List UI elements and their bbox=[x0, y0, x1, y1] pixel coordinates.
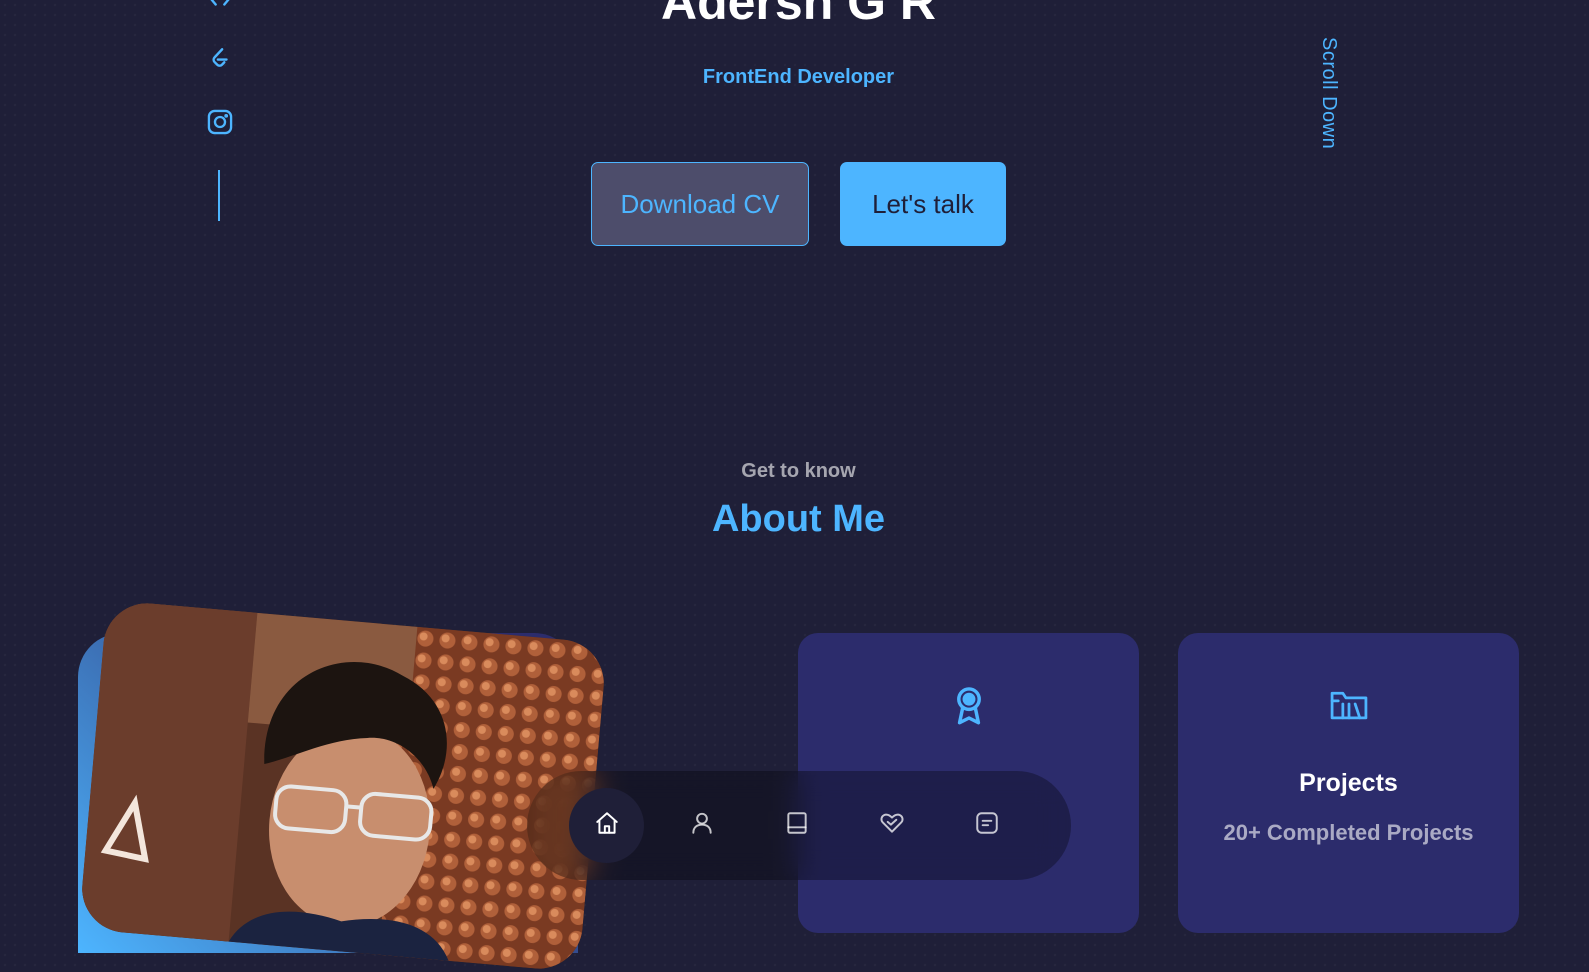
profile-photo bbox=[78, 599, 608, 972]
about-photo-frame bbox=[78, 599, 608, 972]
bottom-nav bbox=[527, 771, 1071, 880]
download-cv-button[interactable]: Download CV bbox=[591, 162, 809, 246]
nav-contact[interactable] bbox=[949, 788, 1024, 863]
heart-handshake-icon bbox=[878, 810, 906, 841]
award-icon bbox=[798, 685, 1139, 729]
about-title: About Me bbox=[711, 498, 886, 540]
social-divider-line bbox=[218, 170, 220, 221]
scroll-down-link[interactable]: Scroll Down bbox=[1317, 37, 1340, 149]
message-icon bbox=[974, 810, 1000, 841]
nav-experience[interactable] bbox=[759, 788, 834, 863]
user-icon bbox=[689, 810, 715, 841]
projects-folder-icon bbox=[1178, 685, 1519, 723]
instagram-icon[interactable] bbox=[206, 108, 234, 136]
projects-card: Projects 20+ Completed Projects bbox=[1178, 633, 1519, 933]
hero-name: Adersh G R bbox=[660, 0, 937, 30]
home-icon bbox=[594, 810, 620, 841]
book-icon bbox=[784, 810, 810, 841]
nav-about[interactable] bbox=[664, 788, 739, 863]
hero-role: FrontEnd Developer bbox=[702, 66, 895, 88]
about-subtitle: Get to know bbox=[741, 460, 856, 482]
card-title: Projects bbox=[1299, 769, 1398, 797]
lets-talk-button[interactable]: Let's talk bbox=[840, 162, 1006, 246]
card-text: 20+ Completed Projects bbox=[1223, 820, 1474, 845]
nav-services[interactable] bbox=[854, 788, 929, 863]
nav-home[interactable] bbox=[569, 788, 644, 863]
